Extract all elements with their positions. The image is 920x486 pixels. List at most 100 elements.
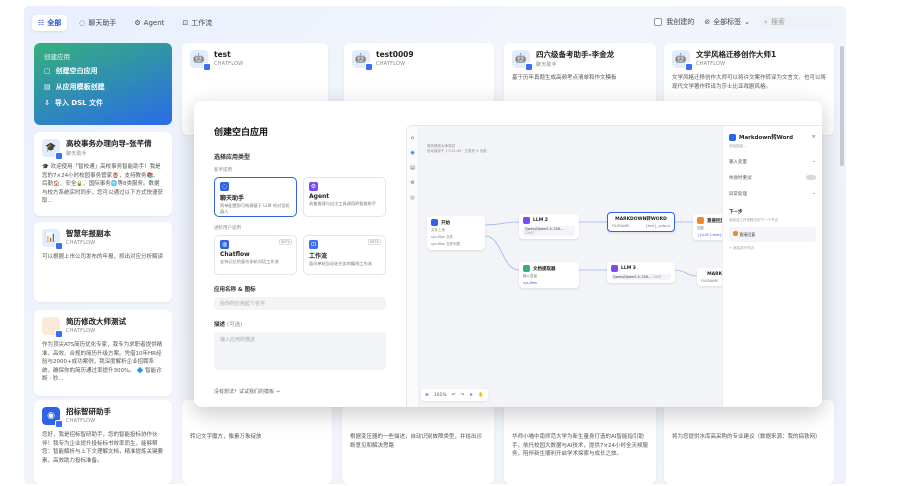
import-icon: ⇩ [44, 99, 50, 107]
node-title: MARKDOWN转WORD [615, 217, 667, 222]
app-card[interactable]: 根据变压器的一些描述，自动识别故障类型，并给出诊断意见和解决思路 [342, 400, 494, 484]
node-markdown-to-word-1[interactable]: MARKDOWN转WORD FILENAME {text}_output [607, 212, 675, 232]
template-link[interactable]: 没有想法？试试我们的模板 → [214, 388, 280, 395]
cursor-icon[interactable]: ➤ [469, 393, 473, 398]
app-type: 聊天助手 [536, 62, 557, 68]
mine-checkbox[interactable] [654, 18, 663, 26]
settings-icon[interactable]: ⚙ [407, 180, 418, 186]
search-icon: ⌕ [764, 17, 768, 26]
app-card[interactable]: 华师小喵中南师范大学为新生量身打造的AI智能指引助手，依托校园大数据与AI技术，… [504, 400, 656, 484]
create-blank-button[interactable]: ▢ 创建空白应用 [44, 66, 162, 76]
tag-icon: ⊘ [704, 18, 711, 26]
app-card[interactable]: ◉ 招标智研助手 CHATFLOW 您好，我是招标智研助手，您的智能投标协作伙伴… [34, 400, 172, 484]
search-placeholder: 搜索 [770, 18, 785, 26]
desc-label-row: 描述 (可选) [214, 320, 386, 328]
undo-icon[interactable]: ↶ [452, 393, 456, 398]
create-from-template-button[interactable]: ▤ 从应用模板创建 [44, 82, 162, 92]
app-description: 文学风格迁移创作大师可以将许文案作转译为文言文、也可以将现代文学著作转译为莎士比… [672, 75, 827, 90]
import-dsl-button[interactable]: ⇩ 导入 DSL 文件 [44, 98, 162, 108]
close-icon[interactable]: × [811, 134, 816, 140]
chat-badge-icon [55, 152, 63, 160]
workflow-nav-icon[interactable]: ◉ [407, 150, 418, 156]
param-value: {text}_output [645, 224, 670, 228]
app-description: 基于历年真题生成高频考点清单和作文模板 [512, 75, 617, 81]
mine-filter[interactable]: 我创建的 [654, 17, 694, 27]
create-card-title: 创建应用 [44, 53, 70, 61]
chevron-down-icon[interactable]: ⌄ [812, 191, 816, 197]
app-description: 您好，我是招标智研助手，您的智能投标协作伙伴！我专为企业提升投标标书效率而生，能… [42, 432, 164, 464]
type-desc: 支持记忆的复杂多轮对话工作流 [220, 259, 279, 264]
tab-workflow[interactable]: ⊡ 工作流 [176, 15, 218, 31]
app-type: CHATFLOW [376, 61, 406, 67]
chat-icon: ◌ [79, 19, 86, 27]
desc-label: 描述 [214, 322, 226, 328]
desc-optional: (可选) [226, 322, 243, 328]
app-card[interactable]: 📊 智慧年报副本 CHATFLOW 可以根据上市公司发布的年报，抓出对应分析解读 [34, 222, 172, 302]
node-llm-2[interactable]: LLM 2 Qwen/Qwen2.5-72B... CHAT [519, 214, 579, 239]
app-type: CHATFLOW [696, 61, 726, 67]
model-tag: CHAT [525, 231, 535, 235]
workflow-save-status: 自动保存于 17:21:45 · 已发布 5 天前 [427, 149, 487, 153]
home-icon[interactable]: ⌂ [407, 135, 418, 141]
node-title: LLM 3 [621, 266, 636, 271]
app-description-input[interactable]: 输入应用的描述 [214, 332, 386, 370]
tab-all[interactable]: ☷ 全部 [32, 15, 68, 31]
group-beginner-label: 新手适用 [214, 168, 232, 173]
add-parallel-button[interactable]: + 添加并行节点 [729, 246, 816, 251]
node-title: 文档提取器 [533, 266, 556, 272]
start-icon [431, 219, 438, 226]
app-card[interactable]: 将为您提供水库高采购的专业建议（数据来源：我的搞铁网） [664, 400, 834, 484]
log-icon[interactable]: ▤ [407, 165, 418, 171]
app-type: 聊天助手 [66, 151, 87, 157]
retry-toggle[interactable] [806, 175, 816, 180]
tab-label: Agent [143, 19, 165, 27]
next-step-desc: 添加此工作流程中的下一个节点 [729, 218, 778, 222]
model-select[interactable]: Qwen/Qwen2.5-72B... CHAT [611, 274, 671, 280]
type-name: Chatflow [220, 251, 250, 258]
app-avatar: 🤖 [352, 50, 373, 71]
type-desc: 面向单轮自动化任务的编排工作流 [309, 261, 372, 266]
type-grid-beginner: ◌ 聊天助手 简单配置即可构建基于 LLM 的对话机器人 ⚙ Agent 具备推… [214, 177, 386, 217]
reply-icon [697, 217, 704, 224]
node-param-row: FILENAME {text}_output [612, 224, 670, 228]
next-node-item[interactable]: 直接回复 [729, 227, 816, 242]
tab-label: 全部 [47, 19, 62, 27]
workflow-header: 简历修改大师测试 自动保存于 17:21:45 · 已发布 5 天前 [427, 144, 487, 154]
app-type: CHATFLOW [66, 418, 96, 424]
type-workflow[interactable]: ⊡ BETA 工作流 面向单轮自动化任务的编排工作流 [303, 235, 386, 275]
app-description: 根据变压器的一些描述，自动识别故障类型，并给出诊断意见和解决思路 [350, 434, 483, 449]
input-var-row: 输入变量 ⌄ [729, 159, 816, 165]
tab-label: 聊天助手 [88, 19, 117, 27]
chatflow-badge-icon [55, 420, 63, 428]
type-chatflow[interactable]: ◍ BETA Chatflow 支持记忆的复杂多轮对话工作流 [214, 235, 297, 275]
zoom-icon[interactable]: ⊕ [425, 393, 429, 398]
tab-label: 工作流 [191, 19, 213, 27]
node-llm-3[interactable]: LLM 3 Qwen/Qwen2.5-72B... CHAT [607, 262, 675, 283]
panel-desc-placeholder[interactable]: 添加描述... [729, 144, 816, 149]
tools-icon[interactable]: ◎ [407, 195, 418, 201]
scrollbar[interactable] [840, 46, 844, 166]
beta-badge: BETA [368, 239, 381, 245]
hand-icon[interactable]: ✋ [478, 393, 484, 398]
tab-chat-assistant[interactable]: ◌ 聊天助手 [73, 15, 122, 31]
chevron-down-icon[interactable]: ⌄ [812, 159, 816, 165]
node-doc-extractor[interactable]: 文档提取器 输入变量 sys.files [519, 262, 579, 288]
node-var: sys.files 文件 [431, 235, 454, 239]
redo-icon[interactable]: ↷ [460, 393, 464, 398]
filter-bar: 我创建的 ⊘ 全部标签 ⌄ ⌕ 搜索 [654, 15, 832, 29]
tag-select[interactable]: ⊘ 全部标签 ⌄ [704, 17, 750, 27]
type-agent[interactable]: ⚙ Agent 具备推理与自主工具调用的智能助手 [303, 177, 386, 217]
search-input[interactable]: ⌕ 搜索 [760, 15, 832, 29]
type-chat-assistant[interactable]: ◌ 聊天助手 简单配置即可构建基于 LLM 的对话机器人 [214, 177, 297, 217]
chatflow-badge-icon [55, 242, 63, 250]
tab-agent[interactable]: ⚙ Agent [128, 15, 170, 31]
app-card[interactable]: 简历修改大师测试 CHATFLOW 作为顶尖ATS简历优化专家，我专为求职者提供… [34, 310, 172, 396]
node-start[interactable]: 开始 文件上传 sys.files 文件 sys.files 文件列表 [427, 216, 485, 250]
zoom-level[interactable]: 101% [434, 393, 447, 398]
app-name-input[interactable]: 给你的应用起个名字 [214, 297, 386, 310]
type-name: 聊天助手 [220, 195, 245, 202]
app-card[interactable]: 转记文字魔方，像素万象绽放 [182, 400, 332, 484]
app-card[interactable]: 🎓 高校事务办理向导-张芊倩 聊天助手 🎓 欢迎使用「智校通」高校事务智能助手！… [34, 132, 172, 216]
model-select[interactable]: Qwen/Qwen2.5-72B... CHAT [523, 226, 575, 236]
group-advanced-label: 进阶用户适用 [214, 226, 241, 231]
